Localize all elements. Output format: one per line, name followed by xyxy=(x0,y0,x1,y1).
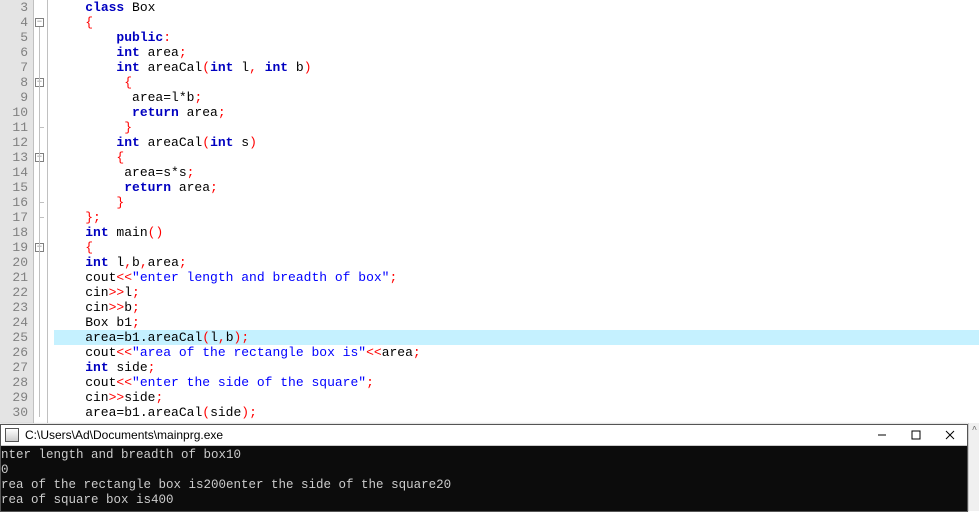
close-button[interactable] xyxy=(933,425,967,445)
maximize-button[interactable] xyxy=(899,425,933,445)
code-line[interactable]: return area; xyxy=(54,105,979,120)
line-number: 29 xyxy=(0,390,33,405)
code-line[interactable]: int l,b,area; xyxy=(54,255,979,270)
line-number: 19 xyxy=(0,240,33,255)
code-line[interactable]: { xyxy=(54,15,979,30)
line-number: 27 xyxy=(0,360,33,375)
line-number: 5 xyxy=(0,30,33,45)
line-number: 28 xyxy=(0,375,33,390)
code-line[interactable]: }; xyxy=(54,210,979,225)
line-number: 26 xyxy=(0,345,33,360)
minimize-button[interactable] xyxy=(865,425,899,445)
code-line[interactable]: area=l*b; xyxy=(54,90,979,105)
line-number-gutter: 3456789101112131415161718192021222324252… xyxy=(0,0,34,423)
console-output[interactable]: nter length and breadth of box10 0 rea o… xyxy=(1,446,967,511)
line-number: 7 xyxy=(0,60,33,75)
line-number: 12 xyxy=(0,135,33,150)
console-title: C:\Users\Ad\Documents\mainprg.exe xyxy=(25,428,865,442)
line-number: 8 xyxy=(0,75,33,90)
fold-column[interactable]: −−−− xyxy=(34,0,48,423)
fold-toggle[interactable]: − xyxy=(35,18,44,27)
code-line[interactable]: int areaCal(int s) xyxy=(54,135,979,150)
fold-guide xyxy=(39,27,40,417)
fold-end-tick xyxy=(39,202,44,203)
line-number: 13 xyxy=(0,150,33,165)
code-line[interactable]: } xyxy=(54,120,979,135)
code-line[interactable]: int areaCal(int l, int b) xyxy=(54,60,979,75)
fold-end-tick xyxy=(39,127,44,128)
line-number: 15 xyxy=(0,180,33,195)
code-line[interactable]: class Box xyxy=(54,0,979,15)
line-number: 20 xyxy=(0,255,33,270)
code-line[interactable]: } xyxy=(54,195,979,210)
line-number: 23 xyxy=(0,300,33,315)
line-number: 9 xyxy=(0,90,33,105)
line-number: 14 xyxy=(0,165,33,180)
line-number: 10 xyxy=(0,105,33,120)
code-line[interactable]: cout<<"enter the side of the square"; xyxy=(54,375,979,390)
code-line[interactable]: cin>>side; xyxy=(54,390,979,405)
code-line[interactable]: area=b1.areaCal(side); xyxy=(54,405,979,420)
line-number: 24 xyxy=(0,315,33,330)
code-line[interactable]: public: xyxy=(54,30,979,45)
line-number: 17 xyxy=(0,210,33,225)
code-line[interactable]: cout<<"enter length and breadth of box"; xyxy=(54,270,979,285)
console-window[interactable]: C:\Users\Ad\Documents\mainprg.exe nter l… xyxy=(0,424,968,512)
line-number: 3 xyxy=(0,0,33,15)
scrollbar-stub[interactable]: ^ xyxy=(968,423,979,511)
code-line[interactable]: return area; xyxy=(54,180,979,195)
console-titlebar[interactable]: C:\Users\Ad\Documents\mainprg.exe xyxy=(1,425,967,446)
app-icon xyxy=(5,428,19,442)
code-line[interactable]: area=b1.areaCal(l,b); xyxy=(54,330,979,345)
line-number: 25 xyxy=(0,330,33,345)
line-number: 11 xyxy=(0,120,33,135)
code-line[interactable]: Box b1; xyxy=(54,315,979,330)
line-number: 18 xyxy=(0,225,33,240)
code-line[interactable]: { xyxy=(54,150,979,165)
fold-end-tick xyxy=(39,217,44,218)
code-area[interactable]: class Box { public: int area; int areaCa… xyxy=(48,0,979,423)
line-number: 30 xyxy=(0,405,33,420)
scroll-up-icon[interactable]: ^ xyxy=(969,423,979,437)
code-line[interactable]: int area; xyxy=(54,45,979,60)
line-number: 6 xyxy=(0,45,33,60)
code-line[interactable]: { xyxy=(54,75,979,90)
code-line[interactable]: cin>>l; xyxy=(54,285,979,300)
code-line[interactable]: cout<<"area of the rectangle box is"<<ar… xyxy=(54,345,979,360)
line-number: 21 xyxy=(0,270,33,285)
code-line[interactable]: int main() xyxy=(54,225,979,240)
line-number: 22 xyxy=(0,285,33,300)
code-line[interactable]: int side; xyxy=(54,360,979,375)
line-number: 4 xyxy=(0,15,33,30)
code-line[interactable]: cin>>b; xyxy=(54,300,979,315)
code-line[interactable]: { xyxy=(54,240,979,255)
code-editor[interactable]: 3456789101112131415161718192021222324252… xyxy=(0,0,979,423)
line-number: 16 xyxy=(0,195,33,210)
code-line[interactable]: area=s*s; xyxy=(54,165,979,180)
